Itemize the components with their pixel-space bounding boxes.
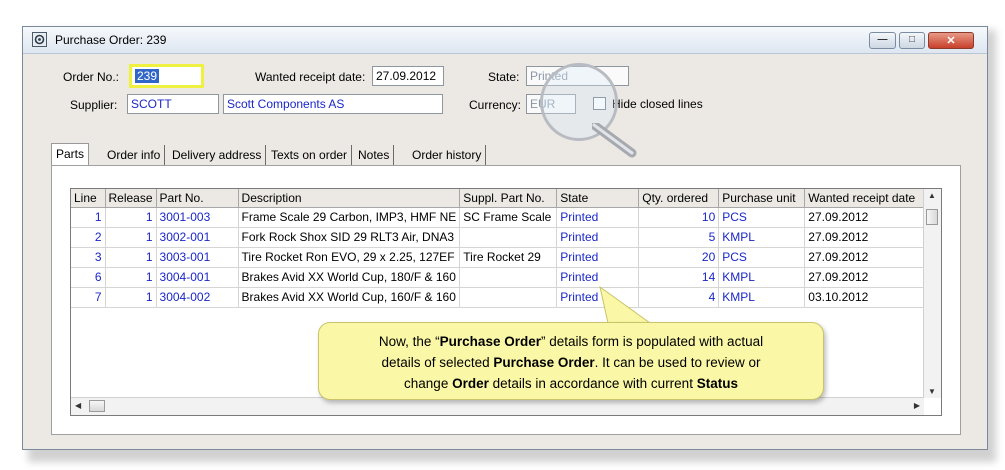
cell-description[interactable]: Brakes Avid XX World Cup, 160/F & 160 xyxy=(238,287,461,308)
order-no-label: Order No.: xyxy=(63,70,120,84)
col-line[interactable]: Line xyxy=(71,189,106,208)
cell-release[interactable]: 1 xyxy=(105,287,157,308)
close-button[interactable]: ✕ xyxy=(928,32,974,49)
cell-qty-ordered[interactable]: 14 xyxy=(638,267,720,288)
cell-description[interactable]: Tire Rocket Ron EVO, 29 x 2.25, 127EF xyxy=(238,247,461,268)
horizontal-scroll-thumb[interactable] xyxy=(89,400,105,412)
cell-description[interactable]: Fork Rock Shox SID 29 RLT3 Air, DNA3 xyxy=(238,227,461,248)
callout-line-1: Now, the “Purchase Order” details form i… xyxy=(378,334,764,349)
cell-purchase-unit[interactable]: KMPL xyxy=(718,227,806,248)
vertical-scrollbar[interactable]: ▲ ▼ xyxy=(923,189,941,398)
cell-purchase-unit[interactable]: KMPL xyxy=(718,267,806,288)
tab-order-history[interactable]: Order history xyxy=(408,145,487,167)
maximize-icon: □ xyxy=(908,34,916,45)
col-description[interactable]: Description xyxy=(238,189,461,208)
vertical-scroll-thumb[interactable] xyxy=(926,209,938,225)
cell-release[interactable]: 1 xyxy=(105,247,157,268)
cell-wanted-receipt-date[interactable]: 27.09.2012 xyxy=(804,227,934,248)
cell-qty-ordered[interactable]: 5 xyxy=(638,227,720,248)
parts-table: Line Release Part No. Description Suppl.… xyxy=(71,189,934,308)
cell-wanted-receipt-date[interactable]: 03.10.2012 xyxy=(804,287,934,308)
col-suppl-part-no[interactable]: Suppl. Part No. xyxy=(459,189,558,208)
cell-line[interactable]: 3 xyxy=(71,247,106,268)
cell-state[interactable]: Printed xyxy=(556,247,640,268)
col-part-no[interactable]: Part No. xyxy=(156,189,239,208)
state-label: State: xyxy=(488,70,520,84)
cell-part-no[interactable]: 3002-001 xyxy=(156,227,239,248)
cell-part-no[interactable]: 3003-001 xyxy=(156,247,239,268)
minimize-icon: — xyxy=(877,34,888,45)
cell-release[interactable]: 1 xyxy=(105,227,157,248)
scroll-up-icon[interactable]: ▲ xyxy=(928,191,936,200)
info-callout: Now, the “Purchase Order” details form i… xyxy=(318,322,824,400)
supplier-label: Supplier: xyxy=(70,98,118,112)
cell-line[interactable]: 2 xyxy=(71,227,106,248)
cell-qty-ordered[interactable]: 20 xyxy=(638,247,720,268)
cell-suppl-part-no[interactable]: SC Frame Scale xyxy=(459,207,558,228)
title-bar[interactable]: Purchase Order: 239 — □ ✕ xyxy=(23,27,987,54)
table-row[interactable]: 2 1 3002-001 Fork Rock Shox SID 29 RLT3 Air… xyxy=(71,227,934,248)
cell-state[interactable]: Printed xyxy=(556,207,640,228)
supplier-name-field[interactable]: Scott Components AS xyxy=(223,94,443,114)
cell-line[interactable]: 1 xyxy=(71,207,106,228)
cell-wanted-receipt-date[interactable]: 27.09.2012 xyxy=(804,207,934,228)
cell-state[interactable]: Printed xyxy=(556,267,640,288)
cell-purchase-unit[interactable]: PCS xyxy=(718,207,806,228)
cell-suppl-part-no[interactable]: Tire Rocket 29 xyxy=(459,247,558,268)
wanted-receipt-field[interactable]: 27.09.2012 xyxy=(372,66,444,86)
cell-line[interactable]: 7 xyxy=(71,287,106,308)
supplier-code-field[interactable]: SCOTT xyxy=(127,94,219,114)
callout-line-3: change Order details in accordance with … xyxy=(404,376,738,391)
tab-notes[interactable]: Notes xyxy=(354,145,395,167)
cell-wanted-receipt-date[interactable]: 27.09.2012 xyxy=(804,267,934,288)
table-row[interactable]: 3 1 3003-001 Tire Rocket Ron EVO, 29 x 2.25… xyxy=(71,247,934,268)
cell-wanted-receipt-date[interactable]: 27.09.2012 xyxy=(804,247,934,268)
cell-part-no[interactable]: 3004-002 xyxy=(156,287,239,308)
order-no-value: 239 xyxy=(135,69,160,83)
cell-purchase-unit[interactable]: KMPL xyxy=(718,287,806,308)
cell-release[interactable]: 1 xyxy=(105,267,157,288)
tab-texts-on-order[interactable]: Texts on order xyxy=(267,145,353,167)
callout-line-2: details of selected Purchase Order. It c… xyxy=(381,355,761,370)
cell-suppl-part-no[interactable] xyxy=(459,227,558,248)
tab-delivery-address[interactable]: Delivery address xyxy=(168,145,267,167)
scroll-down-icon[interactable]: ▼ xyxy=(928,387,936,396)
col-wanted-receipt-date[interactable]: Wanted receipt date xyxy=(804,189,934,208)
col-qty-ordered[interactable]: Qty. ordered xyxy=(638,189,720,208)
cell-purchase-unit[interactable]: PCS xyxy=(718,247,806,268)
header-row: Line Release Part No. Description Suppl.… xyxy=(71,189,934,208)
cell-release[interactable]: 1 xyxy=(105,207,157,228)
table-row[interactable]: 7 1 3004-002 Brakes Avid XX World Cup, 160/… xyxy=(71,287,934,308)
table-row[interactable]: 1 1 3001-003 Frame Scale 29 Carbon, IMP3, H… xyxy=(71,207,934,228)
cell-state[interactable]: Printed xyxy=(556,227,640,248)
cell-line[interactable]: 6 xyxy=(71,267,106,288)
table-row[interactable]: 6 1 3004-001 Brakes Avid XX World Cup, 180/… xyxy=(71,267,934,288)
cell-qty-ordered[interactable]: 10 xyxy=(638,207,720,228)
col-purchase-unit[interactable]: Purchase unit xyxy=(718,189,806,208)
gear-window-icon xyxy=(32,32,47,47)
maximize-button[interactable]: □ xyxy=(899,32,925,49)
minimize-button[interactable]: — xyxy=(869,32,896,49)
tab-order-info[interactable]: Order info xyxy=(103,145,166,167)
order-no-field[interactable]: 239 xyxy=(129,64,204,88)
col-release[interactable]: Release xyxy=(105,189,157,208)
col-state[interactable]: State xyxy=(556,189,640,208)
close-icon: ✕ xyxy=(946,35,956,47)
cell-part-no[interactable]: 3004-001 xyxy=(156,267,239,288)
window-title: Purchase Order: 239 xyxy=(55,33,167,47)
scroll-left-icon[interactable]: ◀ xyxy=(75,401,81,410)
currency-label: Currency: xyxy=(469,98,522,112)
callout-pointer xyxy=(599,285,652,324)
cell-suppl-part-no[interactable] xyxy=(459,267,558,288)
cell-description[interactable]: Frame Scale 29 Carbon, IMP3, HMF NE xyxy=(238,207,461,228)
wanted-receipt-label: Wanted receipt date: xyxy=(255,70,366,84)
magnifier-handle xyxy=(592,123,637,158)
cell-suppl-part-no[interactable] xyxy=(459,287,558,308)
hide-closed-label: Hide closed lines xyxy=(612,97,703,111)
cell-part-no[interactable]: 3001-003 xyxy=(156,207,239,228)
cell-description[interactable]: Brakes Avid XX World Cup, 180/F & 160 xyxy=(238,267,461,288)
scroll-right-icon[interactable]: ▶ xyxy=(914,401,920,410)
